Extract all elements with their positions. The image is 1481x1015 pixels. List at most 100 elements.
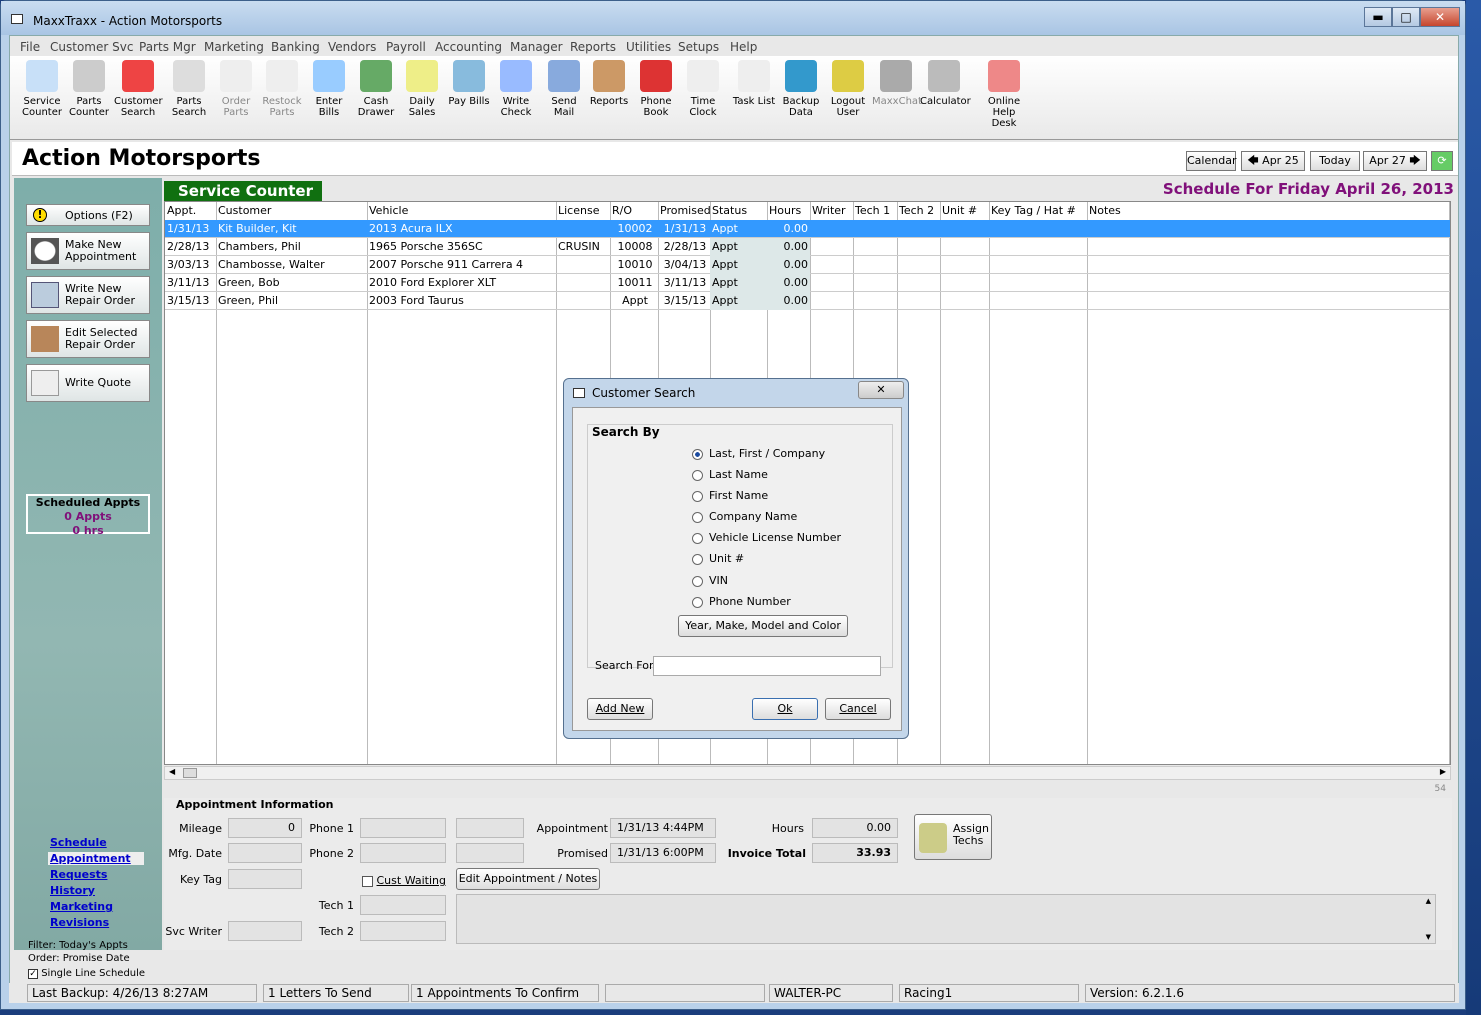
column-header[interactable]: Appt. [165, 202, 196, 220]
year-make-model-button[interactable]: Year, Make, Model and Color [678, 615, 848, 637]
svc-writer-field[interactable] [228, 921, 302, 941]
radio-first-name[interactable]: First Name [692, 489, 768, 502]
phone2-field[interactable] [360, 843, 446, 863]
phone1-ext-field[interactable] [456, 818, 524, 838]
column-header[interactable]: Tech 1 [853, 202, 890, 220]
table-row[interactable]: 2/28/13 Chambers, Phil 1965 Porsche 356SC C… [165, 238, 1450, 256]
link-appointment[interactable]: Appointment [48, 852, 144, 865]
search-for-input[interactable] [653, 656, 881, 676]
radio-license[interactable]: Vehicle License Number [692, 531, 841, 544]
maximize-button[interactable]: □ [1392, 7, 1420, 27]
menu-setups[interactable]: Setups [678, 40, 719, 54]
column-header[interactable]: Key Tag / Hat # [989, 202, 1076, 220]
write-quote-button[interactable]: Write Quote [26, 364, 150, 402]
toolbar-wheel-button[interactable]: Parts Search [165, 60, 213, 118]
column-header[interactable]: Customer [216, 202, 271, 220]
menu-help[interactable]: Help [730, 40, 757, 54]
radio-last-name[interactable]: Last Name [692, 468, 768, 481]
column-header[interactable]: Unit # [940, 202, 977, 220]
column-header[interactable]: R/O [610, 202, 632, 220]
appointment-field[interactable]: 1/31/13 4:44PM [610, 818, 716, 838]
toolbar-lock-button[interactable]: Logout User [824, 60, 872, 118]
prev-day-button[interactable]: 🡄 Apr 25 [1241, 151, 1305, 171]
key-tag-field[interactable] [228, 869, 302, 889]
toolbar-pay-button[interactable]: Pay Bills [445, 60, 493, 107]
toolbar-phone-button[interactable]: Phone Book [632, 60, 680, 118]
column-header[interactable]: Vehicle [367, 202, 408, 220]
toolbar-order-button[interactable]: Order Parts [212, 60, 260, 118]
edit-appointment-button[interactable]: Edit Appointment / Notes [456, 868, 600, 890]
menu-reports[interactable]: Reports [570, 40, 616, 54]
column-header[interactable]: Tech 2 [897, 202, 934, 220]
toolbar-disk-button[interactable]: Backup Data [777, 60, 825, 118]
link-requests[interactable]: Requests [50, 868, 107, 881]
write-repair-order-button[interactable]: Write New Repair Order [26, 276, 150, 314]
close-button[interactable]: ✕ [1420, 7, 1460, 27]
table-row[interactable]: 1/31/13 Kit Builder, Kit 2013 Acura ILX 100… [165, 220, 1450, 238]
ok-button[interactable]: Ok [752, 698, 818, 720]
add-new-button[interactable]: Add New [587, 698, 653, 720]
link-schedule[interactable]: Schedule [50, 836, 107, 849]
column-header[interactable]: License [556, 202, 599, 220]
menu-banking[interactable]: Banking [271, 40, 320, 54]
today-button[interactable]: Today [1310, 151, 1360, 171]
radio-unit[interactable]: Unit # [692, 552, 744, 565]
tech1-field[interactable] [360, 895, 446, 915]
toolbar-stopwatch-button[interactable]: Time Clock [679, 60, 727, 118]
table-row[interactable]: 3/15/13 Green, Phil 2003 Ford Taurus Appt 3/… [165, 292, 1450, 310]
scroll-thumb[interactable] [183, 768, 197, 778]
toolbar-money-bag-button[interactable]: Cash Drawer [352, 60, 400, 118]
toolbar-restock-button[interactable]: Restock Parts [258, 60, 306, 118]
menu-file[interactable]: File [20, 40, 40, 54]
toolbar-bills-button[interactable]: Enter Bills [305, 60, 353, 118]
hours-field[interactable]: 0.00 [812, 818, 898, 838]
menu-vendors[interactable]: Vendors [328, 40, 376, 54]
menu-manager[interactable]: Manager [510, 40, 563, 54]
toolbar-check-button[interactable]: Write Check [492, 60, 540, 118]
promised-field[interactable]: 1/31/13 6:00PM [610, 843, 716, 863]
menu-utilities[interactable]: Utilities [626, 40, 671, 54]
toolbar-clipboard-button[interactable]: Reports [585, 60, 633, 107]
link-revisions[interactable]: Revisions [50, 916, 109, 929]
radio-company-name[interactable]: Company Name [692, 510, 797, 523]
mileage-field[interactable]: 0 [228, 818, 302, 838]
radio-vin[interactable]: VIN [692, 574, 728, 587]
phone1-field[interactable] [360, 818, 446, 838]
cancel-button[interactable]: Cancel [825, 698, 891, 720]
mfg-date-field[interactable] [228, 843, 302, 863]
calendar-button[interactable]: Calendar [1186, 151, 1236, 171]
link-history[interactable]: History [50, 884, 95, 897]
column-header[interactable]: Promised [658, 202, 711, 220]
toolbar-sales-button[interactable]: Daily Sales [398, 60, 446, 118]
menu-payroll[interactable]: Payroll [386, 40, 426, 54]
refresh-button[interactable]: ⟳ [1431, 151, 1453, 171]
column-header[interactable]: Writer [810, 202, 846, 220]
toolbar-chat-button[interactable]: MaxxChat [872, 60, 922, 107]
column-header[interactable]: Hours [767, 202, 801, 220]
phone2-ext-field[interactable] [456, 843, 524, 863]
toolbar-clock-button[interactable]: Service Counter [18, 60, 66, 118]
menu-parts-mgr[interactable]: Parts Mgr [139, 40, 196, 54]
notes-area[interactable]: ▲ ▼ [456, 894, 1436, 944]
minimize-button[interactable]: ▬ [1364, 7, 1392, 27]
toolbar-car-button[interactable]: Customer Search [114, 60, 163, 118]
horizontal-scrollbar[interactable]: ◀ ▶ [164, 766, 1451, 780]
link-marketing[interactable]: Marketing [50, 900, 113, 913]
make-appointment-button[interactable]: Make New Appointment [26, 232, 150, 270]
menu-marketing[interactable]: Marketing [204, 40, 264, 54]
column-header[interactable]: Status [710, 202, 747, 220]
radio-last-first-company[interactable]: Last, First / Company [692, 447, 825, 460]
single-line-checkbox[interactable]: ✓ Single Line Schedule [28, 968, 145, 979]
toolbar-mail-button[interactable]: Send Mail [540, 60, 588, 118]
table-row[interactable]: 3/03/13 Chambosse, Walter 2007 Porsche 911… [165, 256, 1450, 274]
radio-phone[interactable]: Phone Number [692, 595, 791, 608]
toolbar-tire-button[interactable]: Parts Counter [65, 60, 113, 118]
toolbar-headset-button[interactable]: Online Help Desk [980, 60, 1028, 129]
toolbar-calculator-button[interactable]: Calculator [920, 60, 971, 107]
tech2-field[interactable] [360, 921, 446, 941]
assign-techs-button[interactable]: Assign Techs [914, 814, 992, 860]
menu-accounting[interactable]: Accounting [435, 40, 502, 54]
cust-waiting-checkbox[interactable]: Cust Waiting [362, 874, 446, 887]
toolbar-tasklist-button[interactable]: Task List [730, 60, 778, 107]
dialog-close-button[interactable]: ✕ [858, 381, 904, 399]
